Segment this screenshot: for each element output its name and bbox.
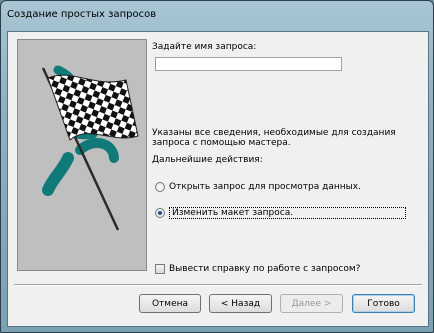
title-bar[interactable]: Создание простых запросов <box>1 1 433 25</box>
wizard-illustration-panel <box>17 39 147 271</box>
help-checkbox-row[interactable]: Вывести справку по работе с запросом? <box>155 264 360 274</box>
back-button[interactable]: < Назад <box>209 294 272 313</box>
separator <box>14 284 422 286</box>
wizard-window: Создание простых запросов Задайте имя за… <box>0 0 434 333</box>
query-name-input[interactable] <box>155 57 342 71</box>
help-checkbox-label: Вывести справку по работе с запросом? <box>169 264 361 274</box>
cancel-button[interactable]: Отмена <box>139 294 201 313</box>
next-button[interactable]: Далее > <box>280 294 343 313</box>
info-text: Указаны все сведения, необходимые для со… <box>152 128 396 148</box>
option-modify-layout-label: Изменить макет запроса. <box>169 207 406 219</box>
option-open-query[interactable]: Открыть запрос для просмотра данных. <box>155 182 361 192</box>
window-title: Создание простых запросов <box>7 9 157 20</box>
next-actions-label: Дальнейшие действия: <box>152 155 263 165</box>
checkered-flag-image <box>41 65 139 231</box>
option-modify-layout[interactable]: Изменить макет запроса. <box>155 207 406 219</box>
radio-open-query[interactable] <box>155 182 165 192</box>
query-name-label: Задайте имя запроса: <box>152 42 257 52</box>
help-checkbox[interactable] <box>155 264 165 274</box>
dialog-body: Задайте имя запроса: Указаны все сведени… <box>7 31 429 327</box>
radio-modify-layout[interactable] <box>155 208 165 218</box>
finish-button[interactable]: Готово <box>352 294 415 313</box>
option-open-query-label: Открыть запрос для просмотра данных. <box>169 182 361 192</box>
